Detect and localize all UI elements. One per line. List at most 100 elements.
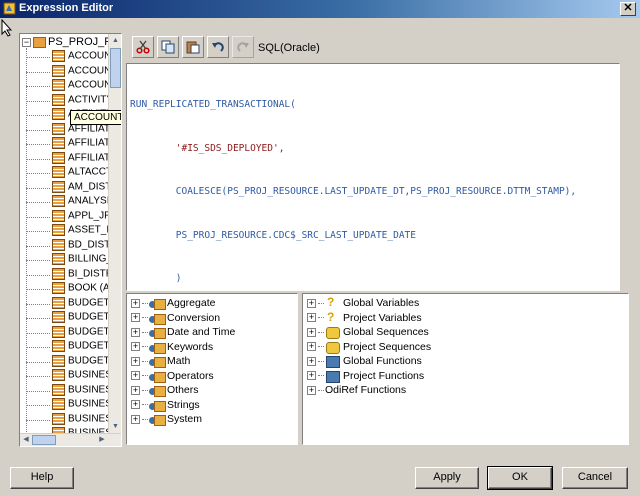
function-category[interactable]: + Date and Time <box>131 326 235 340</box>
tree-item[interactable]: BUSINESS <box>26 369 109 383</box>
tree-horizontal-scrollbar[interactable]: ◀ ▶ <box>20 433 121 446</box>
tree-connector <box>26 347 50 348</box>
help-button[interactable]: Help <box>10 467 74 489</box>
expand-icon[interactable]: + <box>131 342 140 352</box>
tree-item[interactable]: BI_DISTR <box>26 267 109 282</box>
scroll-left-icon[interactable]: ◀ <box>20 434 32 446</box>
expand-icon[interactable]: + <box>307 342 316 352</box>
tree-connector <box>142 317 148 319</box>
variable-category-label: Global Sequences <box>343 326 429 339</box>
scroll-down-icon[interactable]: ▼ <box>110 421 121 433</box>
variable-category[interactable]: + Project Functions <box>307 370 424 384</box>
tree-root-node[interactable]: − PS_PROJ_RES <box>22 36 109 50</box>
expand-icon[interactable]: + <box>131 313 140 323</box>
expand-icon[interactable]: + <box>131 356 140 366</box>
tree-item[interactable]: ANALYSIS <box>26 195 109 209</box>
redo-button[interactable] <box>232 36 254 58</box>
close-button[interactable]: ✕ <box>620 2 636 16</box>
tree-item[interactable]: ACCOUNT <box>26 50 109 64</box>
code-line: ) <box>130 273 182 284</box>
scroll-up-icon[interactable]: ▲ <box>110 35 121 47</box>
tree-item[interactable]: BILLING_I <box>26 253 109 267</box>
expand-icon[interactable]: + <box>307 313 316 323</box>
tree-item-label: BUSINESS <box>68 369 109 381</box>
tree-item-label: BUDGET_ <box>68 340 109 352</box>
cancel-button[interactable]: Cancel <box>562 467 628 489</box>
tree-item[interactable]: BUDGET_ <box>26 325 109 340</box>
apply-button[interactable]: Apply <box>415 467 479 489</box>
function-category[interactable]: + Strings <box>131 399 200 413</box>
expand-icon[interactable]: + <box>131 298 140 308</box>
table-icon <box>52 296 65 309</box>
expand-icon[interactable]: + <box>307 385 316 395</box>
function-icon <box>325 355 340 369</box>
tree-item-label: AM_DISTI <box>68 181 109 192</box>
table-tree[interactable]: − PS_PROJ_RES ACCOUNT ACCOUNT ACCOUNT ACTIVI… <box>19 33 122 447</box>
expand-icon[interactable]: + <box>307 327 316 337</box>
function-category[interactable]: + Keywords <box>131 341 213 355</box>
expand-icon[interactable]: + <box>131 414 140 424</box>
undo-button[interactable] <box>207 36 229 58</box>
scroll-thumb[interactable] <box>110 48 121 88</box>
expression-code[interactable]: RUN_REPLICATED_TRANSACTIONAL( '#IS_SDS_D… <box>130 69 576 290</box>
tree-item[interactable]: ACTIVITY <box>26 93 109 108</box>
tree-item[interactable]: BUDGET_ <box>26 340 109 354</box>
expand-icon[interactable]: + <box>307 298 316 308</box>
functions-tree[interactable]: + Aggregate + Conversion + Date and Time + Keyw… <box>126 293 298 445</box>
tree-item[interactable]: BUSINESS <box>26 412 109 427</box>
tree-item[interactable]: ASSET_ID <box>26 224 109 238</box>
function-category[interactable]: + Conversion <box>131 312 220 326</box>
variable-category[interactable]: + Project Sequences <box>307 341 431 355</box>
function-category[interactable]: + System <box>131 413 202 427</box>
tree-item[interactable]: BUSINESS <box>26 398 109 412</box>
tree-item[interactable]: BOOK (As <box>26 282 109 296</box>
tree-item-label: ACTIVITY <box>68 94 109 105</box>
scroll-right-icon[interactable]: ▶ <box>96 434 108 446</box>
cut-button[interactable] <box>132 36 154 58</box>
variable-category[interactable]: + Project Variables <box>307 310 422 326</box>
tree-item[interactable]: ALTACCT <box>26 166 109 180</box>
variables-tree[interactable]: + Global Variables + Project Variables + Glob… <box>302 293 629 445</box>
paste-button[interactable] <box>182 36 204 58</box>
tree-item[interactable]: AFFILIAT <box>26 137 109 151</box>
expand-icon[interactable]: + <box>131 327 140 337</box>
variable-category[interactable]: + Global Variables <box>307 295 420 311</box>
tree-item[interactable]: BUDGET_ <box>26 311 109 325</box>
expand-icon[interactable]: + <box>131 400 140 410</box>
tree-item[interactable]: BUSINESS <box>26 383 109 398</box>
variable-category[interactable]: + Global Sequences <box>307 326 429 340</box>
function-category[interactable]: + Operators <box>131 370 214 384</box>
expand-icon[interactable]: + <box>307 356 316 366</box>
tree-item[interactable]: ACCOUNT <box>26 79 109 93</box>
tree-item[interactable]: ACCOUNT <box>26 64 109 79</box>
tree-connector <box>26 86 50 87</box>
variable-category-label: Global Variables <box>343 297 420 310</box>
expand-icon[interactable]: + <box>131 385 140 395</box>
copy-button[interactable] <box>157 36 179 58</box>
tree-item[interactable]: BUDGET_ <box>26 296 109 311</box>
scroll-thumb-horizontal[interactable] <box>32 435 56 445</box>
tree-item[interactable]: AFFILIAT <box>26 151 109 166</box>
tree-item[interactable]: BD_DISTF <box>26 238 109 253</box>
expand-icon[interactable]: + <box>131 371 140 381</box>
variable-category[interactable]: + OdiRef Functions <box>307 384 406 398</box>
function-group-icon <box>149 413 166 427</box>
function-category[interactable]: + Aggregate <box>131 297 215 311</box>
ok-button[interactable]: OK <box>487 466 553 490</box>
expression-editor[interactable]: RUN_REPLICATED_TRANSACTIONAL( '#IS_SDS_D… <box>126 63 620 291</box>
variable-category[interactable]: + Global Functions <box>307 355 422 369</box>
expand-icon[interactable]: + <box>307 371 316 381</box>
table-icon <box>52 64 65 77</box>
tree-item-label: BUDGET_ <box>68 326 109 337</box>
tree-connector <box>26 231 50 232</box>
tree-connector <box>142 404 148 406</box>
tree-item[interactable]: AM_DISTI <box>26 180 109 195</box>
tree-connector <box>142 360 148 362</box>
tree-item-label: BD_DISTF <box>68 239 109 250</box>
collapse-icon[interactable]: − <box>22 37 31 47</box>
function-category[interactable]: + Others <box>131 384 199 398</box>
tree-item[interactable]: BUDGET_ <box>26 354 109 369</box>
tree-vertical-scrollbar[interactable]: ▲ ▼ <box>108 34 121 434</box>
tree-item[interactable]: APPL_JRN <box>26 209 109 224</box>
function-category[interactable]: + Math <box>131 355 190 369</box>
